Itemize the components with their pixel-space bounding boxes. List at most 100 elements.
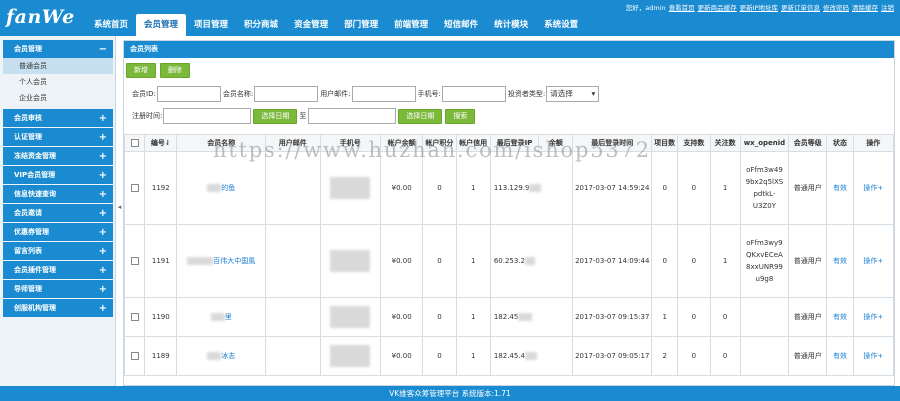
member-name-link[interactable]: 里 [225, 313, 232, 321]
sidebar-group-member-management[interactable]: 会员管理 − [3, 40, 113, 58]
sidebar-group-quick-query[interactable]: 信息快速查询 + [3, 185, 113, 203]
select-all-checkbox[interactable] [130, 139, 139, 147]
col-name[interactable]: 会员名称 [176, 134, 267, 152]
col-points[interactable]: 帐户积分 [422, 134, 457, 152]
cell-name: 的鱼 [176, 151, 267, 225]
sidebar-group-vip[interactable]: VIP会员管理 + [3, 166, 113, 184]
action-menu[interactable]: 操作+ [863, 352, 883, 360]
col-credit[interactable]: 帐户信用 [455, 134, 491, 152]
expand-icon[interactable]: + [99, 189, 107, 200]
action-menu[interactable]: 操作+ [863, 257, 883, 265]
col-projects[interactable]: 项目数 [651, 134, 679, 152]
member-id-input[interactable] [156, 86, 221, 102]
link-update-goods-cache[interactable]: 更新商品缓存 [698, 2, 737, 12]
col-action: 操作 [852, 134, 894, 152]
reg-end-input[interactable] [308, 108, 397, 124]
row-checkbox[interactable] [130, 352, 139, 360]
col-supports[interactable]: 支持数 [677, 134, 711, 152]
nav-departments[interactable]: 部门管理 [336, 14, 386, 36]
delete-button[interactable]: 删除 [160, 63, 190, 78]
row-checkbox[interactable] [130, 257, 139, 265]
sidebar-group-certification[interactable]: 认证管理 + [3, 128, 113, 146]
expand-icon[interactable]: + [99, 208, 107, 219]
sidebar-group-institutions[interactable]: 创服机构管理 + [3, 299, 113, 317]
col-follows[interactable]: 关注数 [709, 134, 741, 152]
sidebar-group-frozen-funds[interactable]: 冻结资金管理 + [3, 147, 113, 165]
col-mobile[interactable]: 手机号 [319, 134, 381, 152]
nav-funds[interactable]: 资金管理 [286, 14, 336, 36]
link-change-password[interactable]: 修改密码 [823, 2, 849, 12]
member-name-link[interactable]: 的鱼 [221, 184, 235, 192]
investor-type-select[interactable]: 请选择 ▾ [546, 86, 600, 102]
expand-icon[interactable]: + [99, 151, 107, 162]
cell-supports: 0 [677, 151, 711, 225]
link-view-home[interactable]: 查看首页 [669, 2, 695, 12]
sidebar-group-coupons[interactable]: 优惠券管理 + [3, 223, 113, 241]
member-name-input[interactable] [254, 86, 319, 102]
col-status[interactable]: 状态 [826, 134, 854, 152]
status-toggle[interactable]: 有效 [833, 313, 847, 321]
status-toggle[interactable]: 有效 [833, 184, 847, 192]
reg-start-input[interactable] [163, 108, 252, 124]
row-checkbox[interactable] [130, 184, 139, 192]
nav-frontend[interactable]: 前端管理 [386, 14, 436, 36]
collapse-icon[interactable]: − [99, 44, 107, 55]
add-button[interactable]: 新增 [126, 63, 156, 78]
sidebar-group-plugins[interactable]: 会员插件管理 + [3, 261, 113, 279]
member-name-link[interactable]: 百伟大中国風 [213, 257, 255, 265]
to-label: 至 [299, 112, 307, 120]
action-menu[interactable]: 操作+ [863, 313, 883, 321]
link-logout[interactable]: 注销 [881, 2, 894, 12]
cell-id: 1191 [144, 224, 178, 298]
redacted-mask [187, 257, 214, 265]
col-last-login[interactable]: 最后登录时间 [572, 134, 653, 152]
sidebar-item-enterprise-members[interactable]: 企业会员 [3, 90, 113, 106]
col-id[interactable]: 编号⇃ [144, 134, 178, 152]
investor-type-label: 投资者类型: [507, 90, 546, 98]
nav-settings[interactable]: 系统设置 [536, 14, 586, 36]
col-openid[interactable]: wx_openid [739, 134, 790, 152]
col-email[interactable]: 用户邮件 [265, 134, 321, 152]
col-balance[interactable]: 帐户余额 [379, 134, 424, 152]
col-last-ip[interactable]: 最后登录IP [489, 134, 540, 152]
expand-icon[interactable]: + [99, 303, 107, 314]
mobile-input[interactable] [441, 86, 506, 102]
nav-projects[interactable]: 项目管理 [186, 14, 236, 36]
nav-home[interactable]: 系统首页 [86, 14, 136, 36]
expand-icon[interactable]: + [99, 113, 107, 124]
nav-sms-mail[interactable]: 短信邮件 [436, 14, 486, 36]
cell-status: 有效 [826, 151, 854, 225]
row-checkbox[interactable] [130, 313, 139, 321]
expand-icon[interactable]: + [99, 227, 107, 238]
sidebar-item-regular-members[interactable]: 普通会员 [3, 58, 113, 74]
status-toggle[interactable]: 有效 [833, 257, 847, 265]
col-level[interactable]: 会员等级 [788, 134, 828, 152]
plus-icon: + [877, 257, 884, 265]
expand-icon[interactable]: + [99, 265, 107, 276]
sidebar-group-member-review[interactable]: 会员审核 + [3, 109, 113, 127]
expand-icon[interactable]: + [99, 246, 107, 257]
col-remaining[interactable]: 余额 [538, 134, 574, 152]
link-clear-cache[interactable]: 清除缓存 [852, 2, 878, 12]
select-end-date-button[interactable]: 选择日期 [398, 108, 443, 124]
search-button[interactable]: 搜索 [445, 108, 476, 124]
email-input[interactable] [351, 86, 416, 102]
nav-statistics[interactable]: 统计模块 [486, 14, 536, 36]
nav-points-mall[interactable]: 积分商城 [236, 14, 286, 36]
sidebar-toggle-icon[interactable]: ◂ [116, 200, 123, 214]
status-toggle[interactable]: 有效 [833, 352, 847, 360]
sidebar-item-personal-members[interactable]: 个人会员 [3, 74, 113, 90]
link-update-order-info[interactable]: 更新订单信息 [781, 2, 820, 12]
investor-type-value: 请选择 [550, 89, 573, 98]
expand-icon[interactable]: + [99, 284, 107, 295]
expand-icon[interactable]: + [99, 132, 107, 143]
nav-members[interactable]: 会员管理 [136, 14, 187, 36]
expand-icon[interactable]: + [99, 170, 107, 181]
sidebar-group-mentors[interactable]: 导师管理 + [3, 280, 113, 298]
sidebar-group-messages[interactable]: 留言列表 + [3, 242, 113, 260]
sidebar-group-invitations[interactable]: 会员邀请 + [3, 204, 113, 222]
member-name-link[interactable]: 冰志 [221, 352, 235, 360]
select-start-date-button[interactable]: 选择日期 [253, 108, 298, 124]
link-update-ip-library[interactable]: 更新IP地址库 [740, 2, 778, 12]
action-menu[interactable]: 操作+ [863, 184, 883, 192]
